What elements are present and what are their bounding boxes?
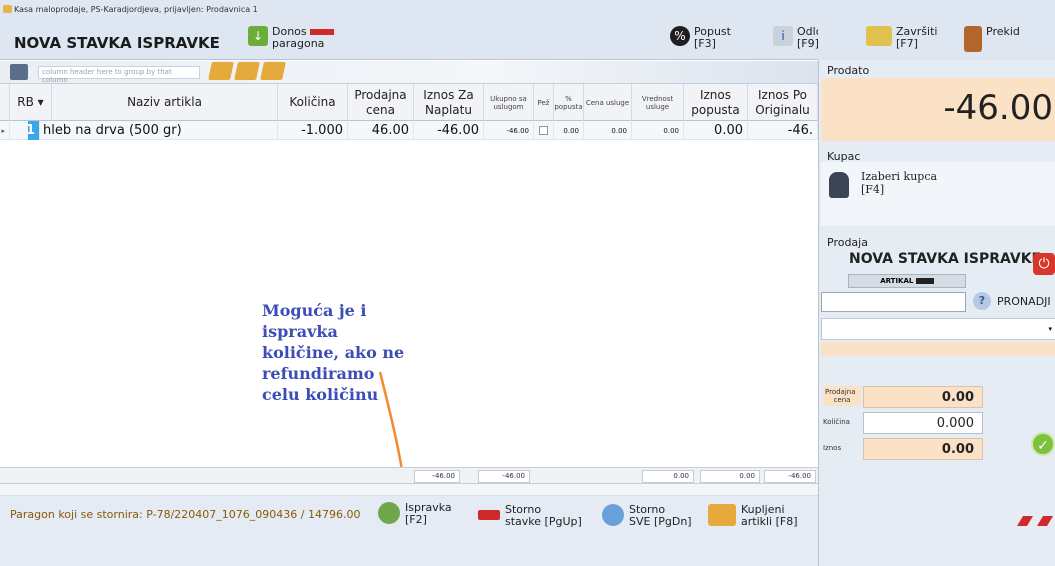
storno-sve-button[interactable]: Storno SVE [PgDn] (602, 504, 692, 528)
kupljeni-artikli-button[interactable]: Kupljeni artikli [F8] (708, 504, 798, 528)
right-panel: Prodato -46.00 Kupac Izaberi kupca [F4] … (818, 60, 1055, 566)
storno-info: Paragon koji se stornira: P-78/220407_10… (10, 508, 361, 521)
box-icon (708, 504, 736, 526)
kupac-section: Izaberi kupca [F4] (821, 162, 1055, 226)
prodajna-cena-label-line: Prodajna (825, 388, 856, 396)
person-icon (829, 172, 849, 198)
totals-row: -46.00 -46.00 0.00 0.00 -46.00 (0, 467, 818, 484)
power-icon[interactable]: ⏻ (1033, 253, 1055, 275)
storno-stavke-shortcut: stavke [PgUp] (505, 515, 582, 528)
prodato-value: -46.00 (943, 88, 1053, 128)
total-iznos-za-naplatu: -46.00 (414, 470, 460, 483)
prodajna-cena-label: Prodajna cena (823, 386, 861, 406)
prodato-label: Prodato (827, 64, 870, 77)
prodajna-cena-field[interactable]: 0.00 (863, 386, 983, 408)
iznos-field[interactable]: 0.00 (863, 438, 983, 460)
refresh-icon (378, 502, 400, 524)
izaberi-kupca-button[interactable]: Izaberi kupca [F4] (861, 170, 937, 196)
ispravka-button[interactable]: Ispravka [F2] (378, 502, 452, 526)
total-iznos-po-originalu: -46.00 (764, 470, 816, 483)
storno-sve-shortcut: SVE [PgDn] (629, 515, 692, 528)
prodato-display: -46.00 (821, 78, 1055, 141)
artikal-text: ARTIKAL (880, 277, 914, 285)
prodajna-cena-label-line: cena (833, 396, 851, 404)
artikal-input[interactable] (821, 292, 966, 312)
remove-icon (478, 510, 500, 520)
prodaja-label: Prodaja (827, 236, 868, 249)
prodaja-title: NOVA STAVKA ISPRAVKE (849, 251, 1042, 267)
horizontal-scrollbar[interactable] (0, 484, 818, 496)
bottom-action-bar: Paragon koji se stornira: P-78/220407_10… (0, 496, 818, 566)
izaberi-label: Izaberi kupca (861, 170, 938, 183)
kolicina-label: Količina (823, 418, 850, 426)
artikal-label: ARTIKAL (848, 274, 966, 288)
kolicina-field[interactable]: 0.000 (863, 412, 983, 434)
remove-all-icon (602, 504, 624, 526)
artikal-dropdown[interactable]: ▾ (821, 318, 1055, 340)
kupljeni-shortcut: artikli [F8] (741, 515, 798, 528)
help-icon: ? (973, 292, 991, 310)
chevron-down-icon: ▾ (1048, 325, 1052, 333)
info-strip (821, 342, 1055, 356)
ok-icon[interactable]: ✓ (1031, 432, 1055, 456)
total-ukupno-sa-uslugom: -46.00 (478, 470, 530, 483)
logo-mark (1017, 516, 1053, 526)
ispravka-shortcut: [F2] (405, 513, 427, 526)
total-vrednost-usluge: 0.00 (642, 470, 694, 483)
barcode-icon (915, 278, 934, 284)
storno-stavke-button[interactable]: Storno stavke [PgUp] (478, 504, 582, 528)
iznos-label: Iznos (823, 444, 842, 452)
izaberi-shortcut: [F4] (861, 183, 885, 196)
pronadji-button[interactable]: ? PRONADJI (969, 290, 1055, 312)
total-iznos-popusta: 0.00 (700, 470, 760, 483)
pronadji-label: PRONADJI (997, 294, 1051, 308)
